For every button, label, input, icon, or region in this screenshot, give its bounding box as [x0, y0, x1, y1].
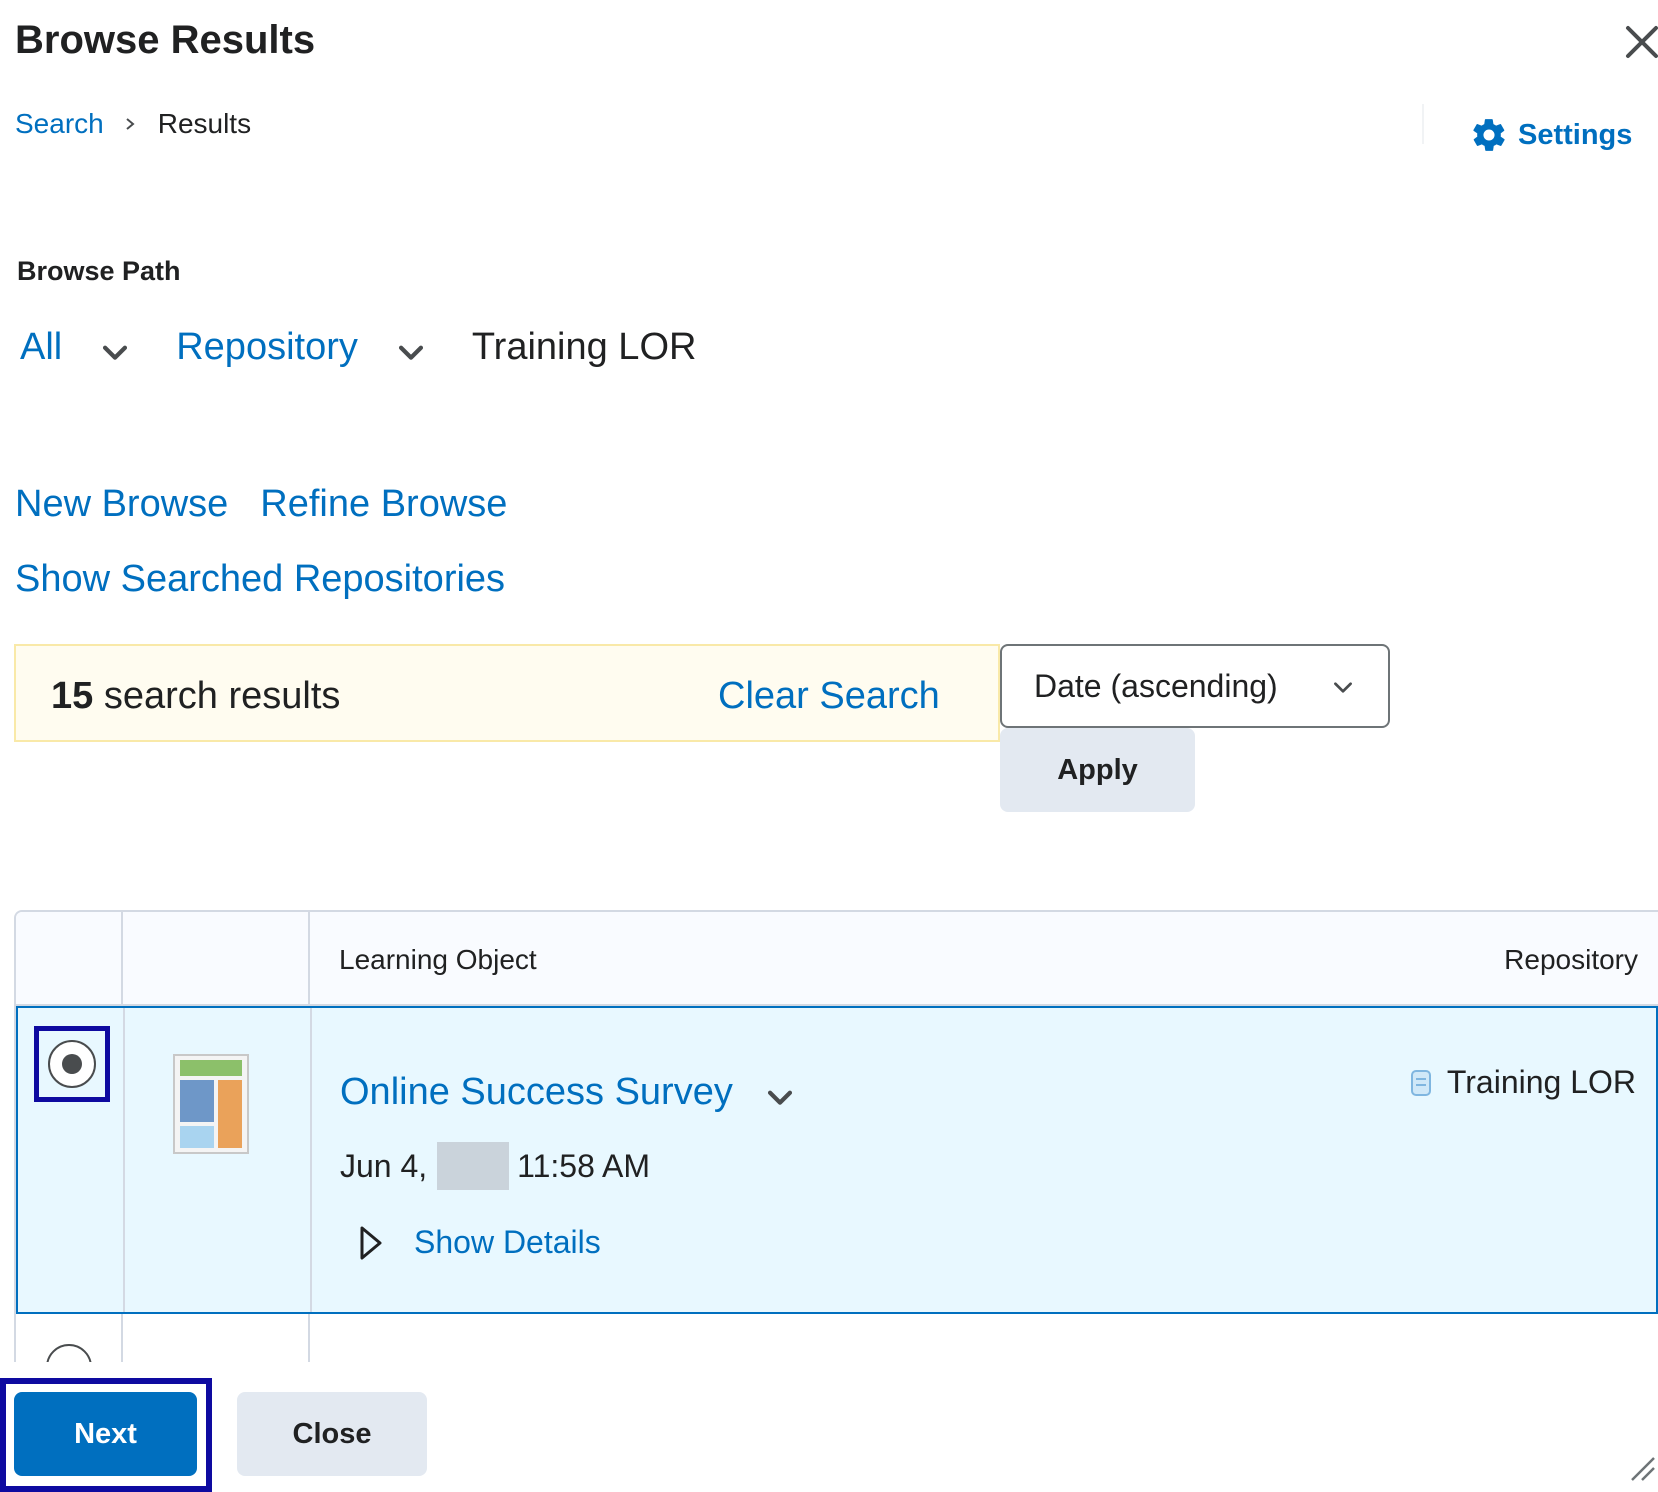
column-divider — [123, 1008, 125, 1312]
table-row[interactable] — [16, 1314, 1658, 1362]
results-summary: 15 search results Clear Search — [14, 644, 1000, 742]
date-prefix: Jun 4, — [340, 1147, 428, 1184]
dialog-title: Browse Results — [15, 18, 316, 62]
dialog-footer: Next Close — [0, 1362, 1658, 1492]
chevron-down-icon — [1334, 682, 1352, 693]
learning-object-link[interactable]: Online Success Survey — [340, 1071, 733, 1114]
table-row[interactable]: Online Success Survey Jun 4, 11:58 AM Sh… — [16, 1006, 1658, 1314]
results-count: 15 — [51, 675, 94, 717]
header-learning-object: Learning Object — [339, 944, 537, 975]
header-repository: Repository — [1504, 944, 1638, 975]
resize-handle-icon[interactable] — [1628, 1454, 1656, 1482]
table-header: Learning Object Repository — [16, 912, 1658, 1006]
results-count-text: 15 search results — [51, 675, 340, 718]
chevron-down-icon[interactable] — [394, 335, 428, 369]
browse-path-label: Browse Path — [17, 256, 181, 286]
close-button[interactable]: Close — [237, 1392, 427, 1476]
gear-icon — [1473, 119, 1505, 151]
column-divider — [308, 912, 310, 1004]
divider — [1422, 104, 1424, 144]
breadcrumb-current: Results — [157, 108, 252, 139]
sort-selected-value: Date (ascending) — [1034, 668, 1278, 704]
repository-cell: Training LOR — [1409, 1064, 1636, 1101]
results-table: Learning Object Repository Online Succes… — [14, 910, 1658, 1362]
sort-select[interactable]: Date (ascending) — [1000, 644, 1390, 728]
new-browse-link[interactable]: New Browse — [15, 483, 228, 526]
radio-focus-ring — [34, 1026, 110, 1102]
repository-icon — [1410, 1069, 1431, 1096]
show-details-toggle[interactable]: Show Details — [358, 1224, 601, 1261]
path-item-all[interactable]: All — [20, 326, 62, 369]
show-searched-repositories-link[interactable]: Show Searched Repositories — [15, 558, 505, 601]
column-divider — [121, 1314, 123, 1362]
refine-browse-link[interactable]: Refine Browse — [260, 483, 507, 526]
row-select-radio[interactable] — [46, 1344, 92, 1362]
chevron-right-icon — [126, 118, 135, 130]
browse-path: All Repository Training LOR — [20, 326, 696, 369]
clear-search-link[interactable]: Clear Search — [718, 675, 940, 718]
results-count-suffix: search results — [93, 675, 341, 717]
column-divider — [308, 1314, 310, 1362]
learning-object-title: Online Success Survey — [340, 1070, 797, 1114]
row-select-radio[interactable] — [48, 1040, 96, 1088]
next-button[interactable]: Next — [14, 1392, 197, 1476]
date-time: 11:58 AM — [517, 1147, 650, 1184]
column-divider — [310, 1008, 312, 1312]
repository-name: Training LOR — [1446, 1064, 1636, 1100]
chevron-down-icon[interactable] — [98, 335, 132, 369]
redacted-year — [437, 1142, 510, 1190]
column-divider — [121, 912, 123, 1004]
settings-label: Settings — [1518, 118, 1633, 151]
chevron-down-icon[interactable] — [763, 1080, 797, 1114]
survey-thumbnail-icon — [173, 1054, 249, 1154]
radio-dot — [62, 1054, 82, 1074]
triangle-right-icon — [360, 1226, 382, 1259]
apply-button[interactable]: Apply — [1000, 728, 1195, 812]
settings-button[interactable]: Settings — [1470, 116, 1632, 154]
path-item-repository[interactable]: Repository — [176, 326, 358, 369]
browse-actions: New Browse Refine Browse — [15, 483, 507, 526]
path-item-current: Training LOR — [471, 326, 697, 368]
close-icon[interactable] — [1622, 22, 1658, 62]
show-details-link[interactable]: Show Details — [414, 1224, 601, 1261]
breadcrumb: Search Results — [15, 108, 251, 140]
learning-object-date: Jun 4, 11:58 AM — [340, 1142, 650, 1190]
breadcrumb-search-link[interactable]: Search — [15, 108, 104, 140]
